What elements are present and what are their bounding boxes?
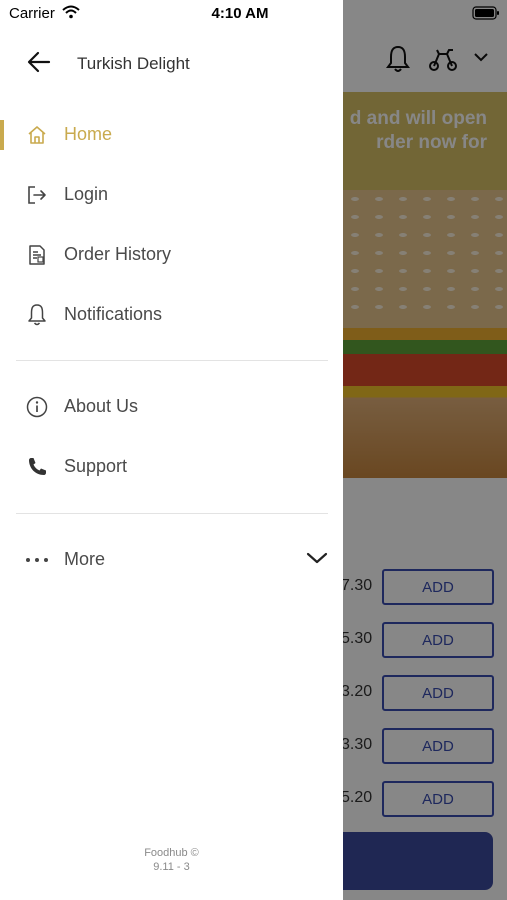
nav-item-label: Order History [64, 244, 172, 264]
divider [16, 513, 328, 514]
app-version-footer: Foodhub © 9.11 - 3 [100, 846, 243, 874]
navigation-drawer: Turkish Delight Home Login Order History… [0, 0, 343, 900]
nav-item-label: Home [64, 124, 113, 144]
more-horizontal-icon [24, 547, 50, 573]
nav-item-home[interactable]: Home [0, 110, 343, 158]
home-icon [24, 122, 50, 148]
nav-item-label: About Us [64, 396, 139, 416]
nav-item-about-us[interactable]: About Us [0, 382, 343, 430]
info-icon [24, 394, 50, 420]
nav-item-notifications[interactable]: Notifications [0, 290, 343, 338]
back-button[interactable] [22, 50, 56, 78]
nav-item-more[interactable]: More [0, 535, 343, 583]
nav-item-order-history[interactable]: Order History [0, 230, 343, 278]
nav-item-support[interactable]: Support [0, 442, 343, 490]
nav-item-label: More [64, 549, 106, 569]
status-time: 4:10 AM [211, 5, 269, 22]
divider [16, 360, 328, 361]
footer-version: 9.11 - 3 [153, 861, 190, 873]
arrow-left-icon [27, 51, 51, 78]
store-name: Turkish Delight [77, 54, 190, 73]
active-indicator [0, 120, 4, 150]
footer-brand: Foodhub © [144, 847, 199, 859]
battery-icon [472, 6, 500, 25]
nav-item-login[interactable]: Login [0, 170, 343, 218]
order-history-icon [24, 242, 50, 268]
nav-item-label: Support [64, 456, 128, 476]
phone-icon [24, 454, 50, 480]
status-bar: Carrier 4:10 AM [0, 0, 507, 28]
login-icon [24, 182, 50, 208]
nav-item-label: Login [64, 184, 109, 204]
drawer-header: Turkish Delight [0, 40, 343, 88]
nav-item-label: Notifications [64, 304, 163, 324]
bell-icon [24, 302, 50, 328]
chevron-down-icon [306, 551, 328, 570]
